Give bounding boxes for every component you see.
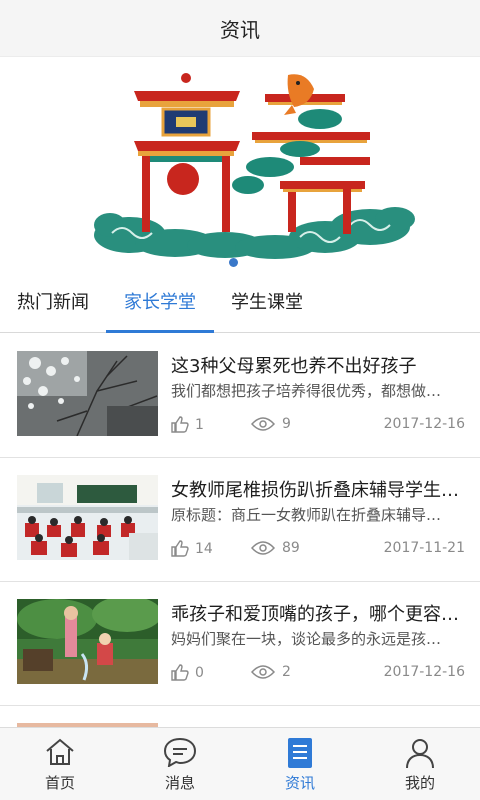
nav-profile[interactable]: 我的 bbox=[360, 728, 480, 800]
carousel-indicator-dot[interactable] bbox=[229, 258, 238, 267]
article-item-partial[interactable] bbox=[0, 706, 480, 727]
tab-student-class[interactable]: 学生课堂 bbox=[214, 274, 320, 332]
page-title: 资讯 bbox=[220, 17, 260, 42]
banner-carousel[interactable] bbox=[0, 57, 480, 275]
like-count[interactable]: 1 bbox=[171, 416, 204, 433]
view-count: 2 bbox=[251, 664, 291, 680]
article-item[interactable]: 女教师尾椎损伤趴折叠床辅导学生… 原标题：商丘一女教师趴在折叠床辅导… 14 8… bbox=[0, 458, 480, 582]
nav-home-label: 首页 bbox=[44, 774, 75, 792]
thumbs-up-icon bbox=[171, 664, 189, 681]
nav-messages[interactable]: 消息 bbox=[120, 728, 240, 800]
view-count: 9 bbox=[251, 416, 291, 432]
nav-home[interactable]: 首页 bbox=[0, 728, 120, 800]
view-count: 89 bbox=[251, 540, 300, 556]
article-thumbnail bbox=[17, 351, 158, 436]
article-thumbnail bbox=[17, 475, 158, 560]
article-title: 乖孩子和爱顶嘴的孩子，哪个更容… bbox=[171, 604, 459, 625]
article-date: 2017-11-21 bbox=[383, 540, 465, 556]
eye-icon bbox=[251, 665, 275, 679]
nav-messages-label: 消息 bbox=[164, 774, 195, 792]
eye-icon bbox=[251, 541, 275, 555]
thumbs-up-icon bbox=[171, 416, 189, 433]
article-summary: 我们都想把孩子培养得很优秀，都想做… bbox=[171, 382, 442, 400]
article-item[interactable]: 乖孩子和爱顶嘴的孩子，哪个更容… 妈妈们聚在一块，谈论最多的永远是孩… 0 2 bbox=[0, 582, 480, 706]
article-meta: 1 9 2017-12-16 bbox=[171, 416, 465, 438]
bottom-navigation: 首页 消息 资讯 我的 bbox=[0, 727, 480, 800]
tab-parent-school[interactable]: 家长学堂 bbox=[106, 274, 214, 333]
user-icon bbox=[406, 739, 434, 769]
tab-hot-news[interactable]: 热门新闻 bbox=[0, 274, 106, 332]
message-icon bbox=[163, 737, 197, 767]
top-bar: 资讯 bbox=[0, 0, 480, 57]
article-title: 这3种父母累死也养不出好孩子 bbox=[171, 356, 417, 377]
article-summary: 妈妈们聚在一块，谈论最多的永远是孩… bbox=[171, 630, 442, 648]
nav-news[interactable]: 资讯 bbox=[240, 728, 360, 800]
nav-profile-label: 我的 bbox=[404, 774, 435, 792]
banner-image bbox=[94, 73, 415, 259]
home-icon bbox=[46, 738, 74, 765]
article-summary: 原标题：商丘一女教师趴在折叠床辅导… bbox=[171, 506, 442, 524]
like-count[interactable]: 14 bbox=[171, 540, 213, 557]
category-tabs: 热门新闻 家长学堂 学生课堂 bbox=[0, 275, 480, 333]
article-meta: 14 89 2017-11-21 bbox=[171, 540, 465, 562]
article-thumbnail bbox=[17, 599, 158, 684]
article-list: 这3种父母累死也养不出好孩子 我们都想把孩子培养得很优秀，都想做… 1 9 2 0 bbox=[0, 334, 480, 727]
eye-icon bbox=[251, 417, 275, 431]
like-count[interactable]: 0 bbox=[171, 664, 204, 681]
article-date: 2017-12-16 bbox=[383, 664, 465, 680]
thumbs-up-icon bbox=[171, 540, 189, 557]
article-item[interactable]: 这3种父母累死也养不出好孩子 我们都想把孩子培养得很优秀，都想做… 1 9 20 bbox=[0, 334, 480, 458]
article-meta: 0 2 2017-12-16 bbox=[171, 664, 465, 686]
news-icon bbox=[288, 738, 312, 768]
nav-news-label: 资讯 bbox=[284, 774, 315, 792]
app-root: 资讯 热门新闻 家长学堂 学生课堂 这3种父母累死也养不出好孩子 我们都想把孩子… bbox=[0, 0, 480, 800]
article-date: 2017-12-16 bbox=[383, 416, 465, 432]
article-title: 女教师尾椎损伤趴折叠床辅导学生… bbox=[171, 480, 459, 501]
